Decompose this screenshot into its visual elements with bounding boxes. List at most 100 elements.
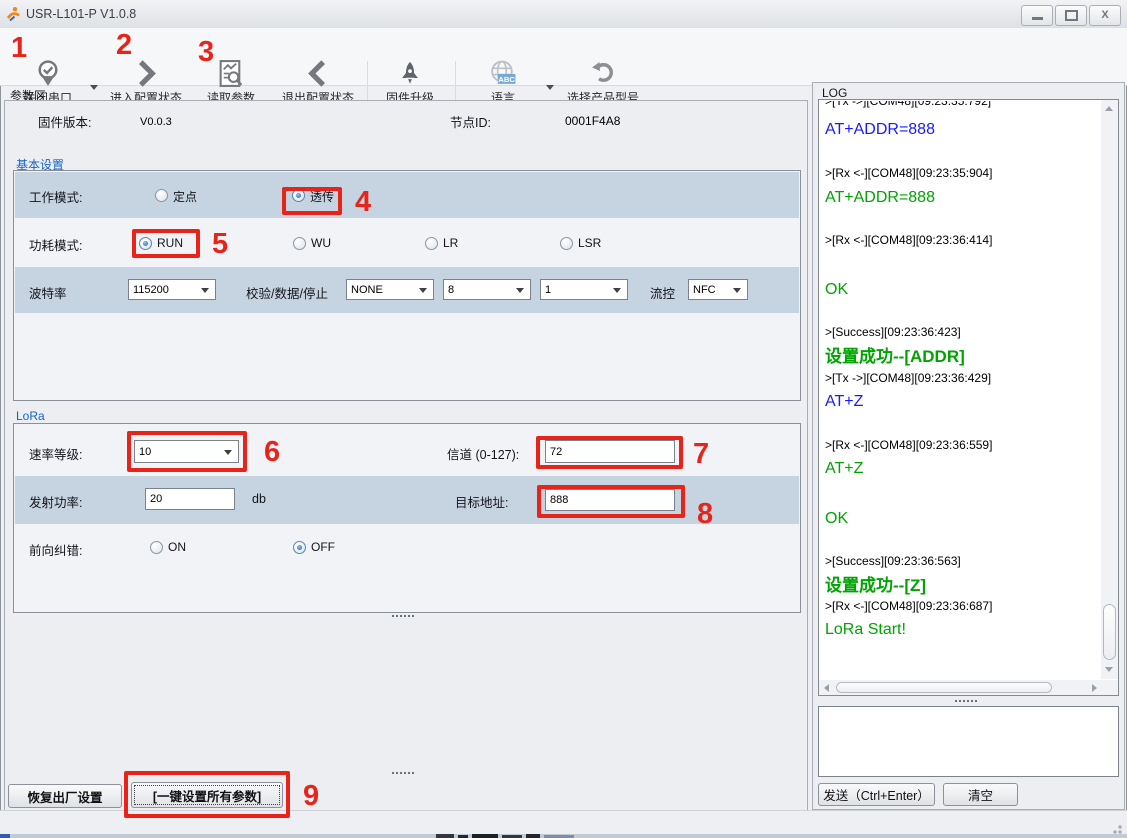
doc-search-icon — [216, 59, 246, 88]
close-button[interactable]: X — [1089, 5, 1121, 26]
select-arrow-icon — [419, 288, 427, 293]
work-mode-radio-dingdian[interactable] — [155, 189, 168, 202]
fec-option-label: ON — [168, 540, 186, 554]
log-group-title: LOG — [822, 86, 847, 100]
window-title: USR-L101-P V1.0.8 — [26, 7, 136, 21]
restore-factory-button[interactable]: 恢复出厂设置 — [8, 784, 122, 808]
log-line: OK — [825, 279, 1097, 300]
power-mode-radio-lsr[interactable] — [560, 237, 573, 250]
close-port-dropdown-arrow[interactable] — [90, 85, 98, 90]
scroll-up-icon[interactable] — [1105, 106, 1113, 111]
splitter-handle[interactable] — [392, 772, 414, 777]
log-line: >[Rx <-][COM48][09:23:36:414] — [825, 233, 1097, 248]
fec-label: 前向纠错: — [29, 540, 82, 559]
annotation-number-1: 1 — [11, 34, 27, 63]
tx-power-label: 发射功率: — [29, 492, 82, 511]
minimize-button[interactable] — [1021, 5, 1053, 26]
background-window-fragment — [526, 834, 540, 838]
stopbits-select[interactable]: 1 — [540, 279, 628, 300]
pin-check-icon — [34, 59, 62, 88]
log-content: >[Tx ->][COM48][09:23:35:792] AT+ADDR=88… — [825, 101, 1097, 678]
horizontal-scroll-thumb[interactable] — [836, 682, 1052, 693]
log-line: >[Rx <-][COM48][09:23:36:559] — [825, 438, 1097, 453]
annotation-number-7: 7 — [693, 440, 709, 469]
close-icon: X — [1101, 10, 1108, 21]
flow-label: 流控 — [650, 283, 675, 302]
title-bar: USR-L101-P V1.0.8 X — [0, 0, 1127, 29]
undo-arrow-icon — [589, 59, 617, 88]
globe-language-icon: ABC — [488, 59, 518, 88]
scroll-down-icon[interactable] — [1105, 667, 1113, 672]
databits-select[interactable]: 8 — [443, 279, 531, 300]
baud-select-value: 115200 — [133, 284, 169, 296]
work-mode-option-label: 定点 — [173, 188, 197, 205]
rate-label: 速率等级: — [29, 444, 82, 463]
clear-button[interactable]: 清空 — [943, 783, 1018, 806]
splitter-handle[interactable] — [955, 700, 977, 705]
parity-select-value: NONE — [351, 284, 383, 296]
chevron-left-icon — [304, 59, 332, 88]
power-mode-option-label: LSR — [578, 236, 601, 250]
firmware-version-label: 固件版本: — [38, 112, 91, 131]
send-button[interactable]: 发送（Ctrl+Enter） — [818, 783, 935, 806]
annotation-box-5 — [132, 229, 200, 258]
tx-power-input[interactable] — [145, 488, 235, 510]
power-mode-radio-lr[interactable] — [425, 237, 438, 250]
annotation-number-6: 6 — [264, 438, 280, 467]
log-line: AT+ADDR=888 — [825, 187, 1097, 208]
flow-select-value: NFC — [693, 284, 716, 296]
maximize-button[interactable] — [1055, 5, 1087, 26]
annotation-number-2: 2 — [116, 31, 132, 60]
language-dropdown-arrow[interactable] — [546, 85, 554, 90]
log-line: 设置成功--[ADDR] — [825, 346, 1097, 368]
flow-select[interactable]: NFC — [688, 279, 748, 300]
log-line: 设置成功--[Z] — [825, 575, 1097, 597]
chevron-right-icon — [132, 59, 160, 88]
annotation-box-6 — [127, 431, 247, 472]
power-mode-label: 功耗模式: — [29, 235, 82, 254]
log-line: >[Tx ->][COM48][09:23:36:429] — [825, 371, 1097, 386]
fec-radio-on[interactable] — [150, 541, 163, 554]
fec-radio-off[interactable] — [293, 541, 306, 554]
background-window-fragment — [0, 834, 10, 838]
node-id-label: 节点ID: — [450, 112, 491, 131]
channel-label: 信道 (0-127): — [447, 444, 519, 463]
baud-select[interactable]: 115200 — [128, 279, 216, 300]
select-arrow-icon — [733, 288, 741, 293]
minimize-icon — [1032, 17, 1043, 20]
scroll-left-icon[interactable] — [824, 684, 829, 692]
parity-select[interactable]: NONE — [346, 279, 434, 300]
annotation-number-9: 9 — [303, 782, 319, 811]
log-line: >[Rx <-][COM48][09:23:35:904] — [825, 166, 1097, 181]
power-mode-radio-wu[interactable] — [293, 237, 306, 250]
resize-grip-icon[interactable] — [1110, 822, 1122, 834]
toolbar: 关闭串口 进入配置状态 读取参数 退出配置状态 — [0, 28, 1127, 86]
tx-power-unit: db — [252, 492, 266, 506]
power-mode-option-label: WU — [311, 236, 331, 250]
target-address-label: 目标地址: — [455, 492, 508, 511]
annotation-box-9 — [124, 771, 290, 818]
annotation-box-4 — [282, 187, 342, 215]
vertical-scroll-thumb[interactable] — [1103, 604, 1116, 660]
maximize-icon — [1065, 10, 1078, 21]
log-line: LoRa Start! — [825, 619, 1097, 640]
annotation-number-8: 8 — [697, 500, 713, 529]
log-vertical-scrollbar[interactable] — [1101, 100, 1118, 679]
annotation-number-5: 5 — [212, 230, 228, 259]
stopbits-select-value: 1 — [545, 284, 551, 296]
send-text-input[interactable] — [818, 706, 1119, 777]
work-mode-row — [15, 172, 799, 218]
log-line: OK — [825, 508, 1097, 529]
splitter-handle[interactable] — [392, 615, 414, 620]
baud-label: 波特率 — [29, 283, 67, 302]
scroll-right-icon[interactable] — [1092, 684, 1097, 692]
annotation-number-3: 3 — [198, 38, 214, 67]
power-mode-option-label: LR — [443, 236, 458, 250]
node-id-value: 0001F4A8 — [565, 114, 620, 128]
select-arrow-icon — [201, 288, 209, 293]
annotation-box-8 — [537, 485, 685, 518]
parity-label: 校验/数据/停止 — [246, 283, 328, 302]
log-line: AT+Z — [825, 391, 1097, 412]
fec-option-label: OFF — [311, 540, 335, 554]
annotation-box-7 — [536, 436, 683, 469]
